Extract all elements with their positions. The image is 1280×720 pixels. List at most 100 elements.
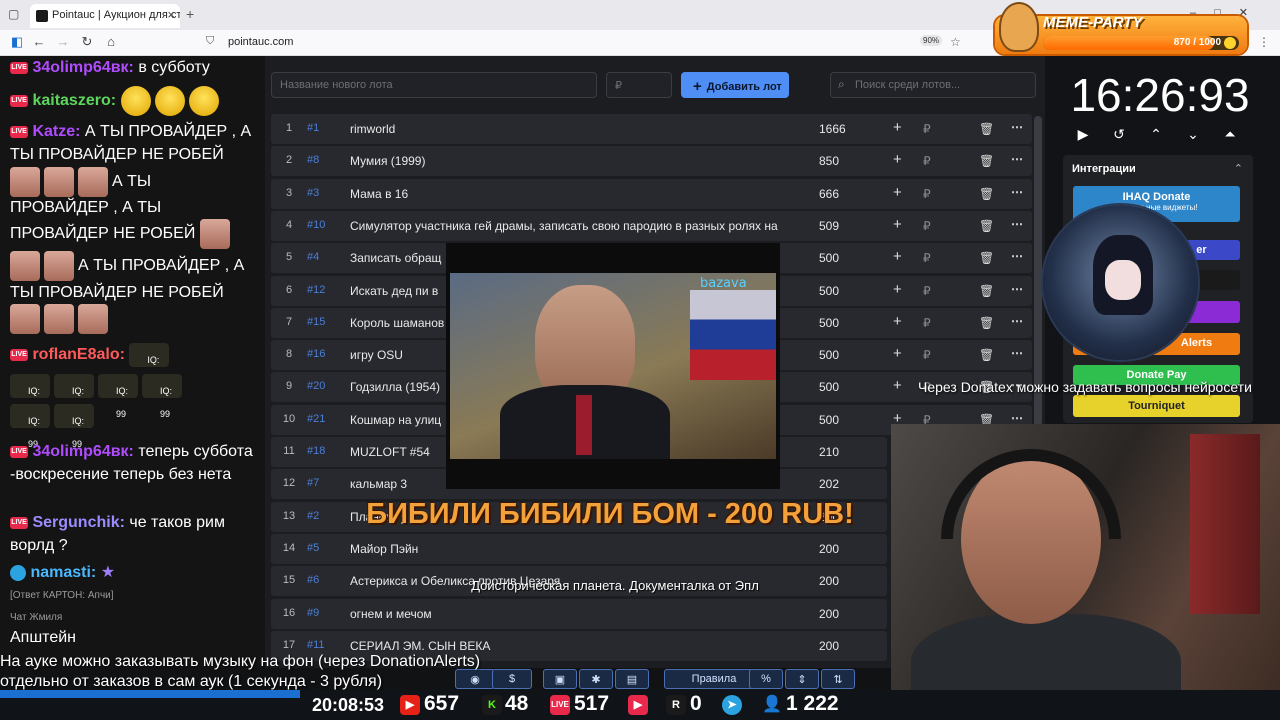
menu-icon[interactable]: ⋮ [1258,35,1270,49]
lot-amount[interactable]: 500 [819,413,859,427]
more-icon[interactable]: ⋯ [1011,249,1023,263]
sort-icon[interactable]: ⇅ [821,669,855,689]
add-amount-icon[interactable]: + [893,377,902,394]
chevron-down-icon[interactable]: ⌄ [1183,126,1203,143]
rutube-viewers: 0 [690,692,702,715]
lot-amount[interactable]: 1666 [819,122,859,136]
zoom-badge[interactable]: 90% [920,35,943,46]
delete-icon[interactable]: 🗑 [979,187,994,201]
lot-amount[interactable]: 500 [819,316,859,330]
lot-index: 15 [282,574,296,587]
ruble-icon[interactable]: ₽ [923,316,931,330]
percent-icon[interactable]: % [749,669,783,689]
lot-id: #10 [307,218,326,231]
delete-icon[interactable]: 🗑 [979,251,994,265]
more-icon[interactable]: ⋯ [1011,411,1023,425]
delete-icon[interactable]: 🗑 [979,284,994,298]
new-tab-button[interactable]: + [186,6,194,22]
lot-row[interactable]: 2 #8 Мумия (1999) 850 + ₽ 🗑 ⋯ [271,146,1032,177]
lot-name[interactable]: Мама в 16 [350,187,790,201]
add-amount-icon[interactable]: + [893,345,902,362]
lot-amount[interactable]: 210 [819,445,859,459]
sidebar-icon[interactable]: ◧ [8,34,26,50]
add-amount-icon[interactable]: + [893,281,902,298]
lot-name[interactable]: огнем и мечом [350,607,790,621]
more-icon[interactable]: ⋯ [1011,314,1023,328]
ruble-icon[interactable]: ₽ [923,251,931,265]
ruble-icon[interactable]: ₽ [923,219,931,233]
add-amount-icon[interactable]: + [893,119,902,136]
address-bar[interactable]: ⛉ pointauc.com [200,34,970,52]
more-icon[interactable]: ⋯ [1011,152,1023,166]
back-button[interactable]: ← [30,34,48,49]
delete-icon[interactable]: 🗑 [979,122,994,136]
chevron-up-icon[interactable]: ⌃ [1234,162,1243,175]
chevron-up-icon[interactable]: ⌃ [1146,126,1166,143]
ruble-icon[interactable]: ₽ [923,348,931,362]
lot-amount[interactable]: 202 [819,477,859,491]
forward-button[interactable]: → [54,34,72,49]
lot-row[interactable]: 4 #10 Симулятор участника гей драмы, запис… [271,210,1032,241]
reload-button[interactable]: ↻ [78,34,96,50]
play-icon[interactable]: ▶ [1073,126,1093,143]
tourniquet-button[interactable]: Tourniquet [1073,395,1240,417]
delete-icon[interactable]: 🗑 [979,316,994,330]
bookmark-star-icon[interactable]: ☆ [950,35,961,49]
more-icon[interactable]: ⋯ [1011,217,1023,231]
add-amount-icon[interactable]: + [893,313,902,330]
lot-id: #3 [307,186,320,199]
lot-amount-input[interactable]: ₽ [606,72,672,98]
lot-row[interactable]: 1 #1 rimworld 1666 + ₽ 🗑 ⋯ [271,114,1032,144]
chat-nick: Sergunchik: [32,514,125,531]
emote-icon [78,167,108,197]
lot-amount[interactable]: 200 [819,639,859,653]
collapse-icon[interactable]: ⏶ [1220,126,1240,143]
lot-amount[interactable]: 850 [819,154,859,168]
more-icon[interactable]: ⋯ [1011,346,1023,360]
more-icon[interactable]: ⋯ [1011,120,1023,134]
tab-title: Pointauc | Аукцион для стрим [52,9,180,21]
lot-row[interactable]: 14 #5 Майор Пэйн 200 [271,533,887,564]
lot-amount[interactable]: 200 [819,542,859,556]
lot-name[interactable]: СЕРИАЛ ЭМ. СЫН ВЕКА [350,639,790,653]
delete-icon[interactable]: 🗑 [979,219,994,233]
add-amount-icon[interactable]: + [893,248,902,265]
lot-search-input[interactable]: ⌕ Поиск среди лотов... [830,72,1036,98]
lot-amount[interactable]: 200 [819,574,859,588]
save-icon[interactable]: ▣ [543,669,577,689]
close-tab-icon[interactable]: × [167,7,175,22]
lot-name[interactable]: rimworld [350,122,790,136]
tab-list-icon[interactable]: ▢ [8,7,19,21]
lot-row[interactable]: 16 #9 огнем и мечом 200 [271,598,887,629]
ruble-icon[interactable]: ₽ [923,122,931,136]
lot-amount[interactable]: 500 [819,251,859,265]
trash-icon[interactable]: ▤ [615,669,649,689]
delete-icon[interactable]: 🗑 [979,154,994,168]
add-amount-icon[interactable]: + [893,216,902,233]
ruble-icon[interactable]: ₽ [923,187,931,201]
lot-amount[interactable]: 509 [819,219,859,233]
lot-amount[interactable]: 666 [819,187,859,201]
home-button[interactable]: ⌂ [102,34,120,49]
lot-row[interactable]: 3 #3 Мама в 16 666 + ₽ 🗑 ⋯ [271,178,1032,209]
new-lot-input[interactable]: Название нового лота [271,72,597,98]
lot-name[interactable]: Майор Пэйн [350,542,790,556]
more-icon[interactable]: ⋯ [1011,185,1023,199]
add-lot-button[interactable]: + Добавить лот [681,72,789,98]
lot-amount[interactable]: 200 [819,607,859,621]
add-amount-icon[interactable]: + [893,184,902,201]
browser-tab[interactable]: Pointauc | Аукцион для стрим × [30,4,180,28]
lot-amount[interactable]: 500 [819,380,859,394]
lot-amount[interactable]: 500 [819,348,859,362]
lot-amount[interactable]: 500 [819,284,859,298]
delete-icon[interactable]: 🗑 [979,348,994,362]
ruble-icon[interactable]: ₽ [923,154,931,168]
more-icon[interactable]: ⋯ [1011,282,1023,296]
reset-icon[interactable]: ↺ [1109,126,1129,143]
lot-name[interactable]: Мумия (1999) [350,154,790,168]
ruble-icon[interactable]: ₽ [923,284,931,298]
lot-name[interactable]: Симулятор участника гей драмы, записать … [350,219,790,233]
add-amount-icon[interactable]: + [893,151,902,168]
bug-icon[interactable]: ✱ [579,669,613,689]
split-icon[interactable]: ⇕ [785,669,819,689]
